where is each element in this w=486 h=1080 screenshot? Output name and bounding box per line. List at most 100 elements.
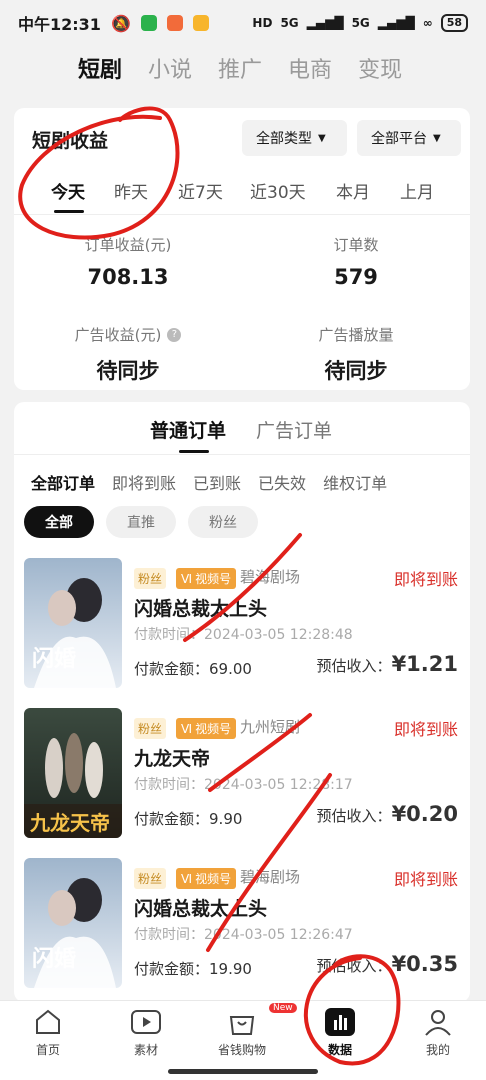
pay-amount: 付款金额：19.90	[134, 960, 252, 978]
estimated-income: 预估收入：¥0.35	[316, 952, 458, 976]
pill-direct[interactable]: 直推	[106, 506, 176, 538]
estimated-income: 预估收入：¥0.20	[316, 802, 458, 826]
caret-down-icon: ▼	[433, 132, 441, 144]
stat-order-income: 订单收益(元) 708.13	[28, 234, 228, 289]
type-filter-dropdown[interactable]: 全部类型 ▼	[242, 120, 347, 156]
app-icon	[166, 15, 183, 31]
svg-text:闪婚: 闪婚	[32, 646, 76, 672]
nav-label: 省钱购物	[217, 1043, 266, 1057]
link-icon: ∞	[422, 16, 433, 30]
income-title: 短剧收益	[32, 130, 109, 152]
range-today[interactable]: 今天	[51, 178, 85, 203]
nav-data[interactable]: 数据	[300, 1007, 380, 1058]
channels-icon: Ⅵ	[181, 571, 193, 586]
order-item[interactable]: 闪婚 粉丝 Ⅵ 视频号 碧海剧场 即将到账 闪婚总裁太上头 付款时间：2024-0…	[14, 558, 470, 708]
order-status: 即将到账	[393, 720, 458, 739]
channels-icon: Ⅵ	[181, 721, 193, 736]
platform-filter-label: 全部平台	[371, 131, 427, 147]
drama-title: 闪婚总裁太上头	[134, 898, 268, 920]
status-expired[interactable]: 已失效	[258, 470, 306, 494]
stat-value: 579	[334, 265, 378, 289]
tab-novel[interactable]: 小说	[148, 52, 192, 84]
notes-icon	[192, 15, 209, 31]
status-dispute[interactable]: 维权订单	[323, 470, 387, 494]
signal-icon-2: ▂▄▆█	[377, 16, 415, 30]
network-label: 5G	[280, 16, 299, 30]
new-badge: New	[269, 1003, 297, 1013]
drama-title: 闪婚总裁太上头	[134, 598, 268, 620]
theatre-name: 碧海剧场	[240, 868, 301, 886]
tag-channels: Ⅵ 视频号	[176, 568, 237, 589]
network-label-2: 5G	[351, 16, 370, 30]
status-received[interactable]: 已到账	[193, 470, 241, 494]
status-pending[interactable]: 即将到账	[112, 470, 176, 494]
wechat-icon	[140, 15, 157, 31]
order-item[interactable]: 闪婚 粉丝 Ⅵ 视频号 碧海剧场 即将到账 闪婚总裁太上头 付款时间：2024-0…	[14, 858, 470, 1002]
battery-icon: 58	[440, 14, 468, 32]
range-30days[interactable]: 近30天	[250, 178, 306, 203]
pay-time: 付款时间：2024-03-05 12:26:47	[134, 927, 353, 943]
bar-chart-icon	[323, 1007, 357, 1037]
bag-icon: New	[225, 1003, 297, 1037]
drama-poster: 闪婚	[24, 558, 122, 688]
income-card: 短剧收益 全部类型 ▼ 全部平台 ▼ 今天 昨天 近7天 近30天 本月 上月 …	[14, 108, 470, 390]
divider	[14, 454, 470, 455]
drama-poster: 九龙天帝	[24, 708, 122, 838]
top-tabs: 短剧 小说 推广 电商 变现	[78, 52, 402, 84]
order-status: 即将到账	[393, 870, 458, 889]
divider	[14, 214, 470, 215]
platform-filter-dropdown[interactable]: 全部平台 ▼	[357, 120, 461, 156]
status-time: 中午12:31	[18, 15, 101, 34]
order-status: 即将到账	[393, 570, 458, 589]
mute-icon: 🔕	[110, 13, 131, 33]
drama-title: 九龙天帝	[134, 748, 211, 770]
order-status-tabs: 全部订单 即将到账 已到账 已失效 维权订单	[31, 470, 387, 494]
play-icon	[129, 1007, 163, 1037]
tag-fans: 粉丝	[134, 868, 167, 889]
signal-icon: ▂▄▆█	[306, 16, 344, 30]
type-filter-label: 全部类型	[256, 131, 312, 147]
stat-label: 广告播放量	[318, 326, 394, 344]
stat-value: 待同步	[96, 359, 160, 383]
tab-promote[interactable]: 推广	[218, 52, 262, 84]
help-icon[interactable]: ?	[167, 327, 182, 342]
bottom-nav: 首页 素材 New 省钱购物 数据 我的	[0, 1000, 486, 1080]
drama-poster: 闪婚	[24, 858, 122, 988]
nav-label: 首页	[35, 1043, 60, 1057]
nav-label: 我的	[425, 1043, 450, 1057]
tag-fans: 粉丝	[134, 568, 167, 589]
source-filter-pills: 全部 直推 粉丝	[24, 506, 258, 538]
nav-profile[interactable]: 我的	[398, 1007, 478, 1058]
nav-home[interactable]: 首页	[8, 1007, 88, 1058]
status-all[interactable]: 全部订单	[31, 470, 95, 494]
stat-label: 订单数	[333, 236, 379, 254]
pay-time: 付款时间：2024-03-05 12:28:17	[134, 777, 353, 793]
order-item[interactable]: 九龙天帝 粉丝 Ⅵ 视频号 九州短剧 即将到账 九龙天帝 付款时间：2024-03…	[14, 708, 470, 858]
user-icon	[421, 1007, 455, 1037]
tab-normal-orders[interactable]: 普通订单	[150, 416, 226, 443]
stat-value: 708.13	[87, 265, 169, 289]
pill-fans[interactable]: 粉丝	[188, 506, 258, 538]
channels-icon: Ⅵ	[181, 871, 193, 886]
tab-ecommerce[interactable]: 电商	[288, 52, 332, 84]
range-active-underline	[54, 210, 84, 213]
range-last-month[interactable]: 上月	[400, 178, 434, 203]
tag-channels: Ⅵ 视频号	[176, 868, 237, 889]
tab-monetize[interactable]: 变现	[358, 52, 402, 84]
pay-time: 付款时间：2024-03-05 12:28:48	[134, 627, 353, 643]
tab-ad-orders[interactable]: 广告订单	[256, 416, 332, 443]
stat-order-count: 订单数 579	[256, 234, 456, 289]
tag-channels-label: 视频号	[195, 872, 232, 886]
pill-all[interactable]: 全部	[24, 506, 94, 538]
nav-materials[interactable]: 素材	[106, 1007, 186, 1058]
stat-ad-plays: 广告播放量 待同步	[256, 324, 456, 385]
estimated-income: 预估收入：¥1.21	[316, 652, 458, 676]
nav-shopping[interactable]: New 省钱购物	[202, 1003, 297, 1058]
stat-label: 订单收益(元)	[84, 236, 172, 254]
range-7days[interactable]: 近7天	[178, 178, 223, 203]
tab-short-drama[interactable]: 短剧	[78, 52, 122, 84]
range-this-month[interactable]: 本月	[336, 178, 370, 203]
hd-icon: HD	[252, 16, 273, 30]
order-type-tabs: 普通订单 广告订单	[150, 416, 332, 443]
range-yesterday[interactable]: 昨天	[114, 178, 148, 203]
